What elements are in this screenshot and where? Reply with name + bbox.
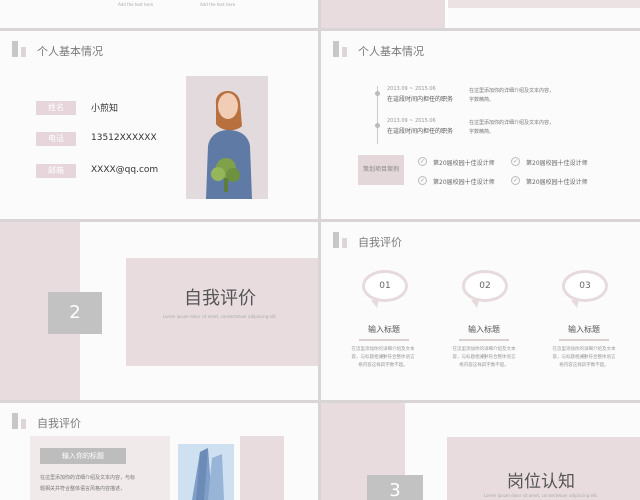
item-heading: 输入标题 xyxy=(468,325,500,334)
slide-title: 个人基本情况 xyxy=(37,45,103,58)
box-desc: 在這里添加你的详细介绍及文本内容，与标 xyxy=(40,475,136,481)
slide-3[interactable]: 个人基本情况 姓名 小煎知 电话 13512XXXXXX 邮箱 XXXX@qq.… xyxy=(0,31,318,219)
title-mark xyxy=(12,41,18,57)
item-divider xyxy=(359,339,409,341)
slide-4[interactable]: 个人基本情况 2013.09 ~ 2015.06 在這段时间内担任的职务 在這里… xyxy=(321,31,640,219)
name-value: 小煎知 xyxy=(91,104,119,114)
section-number: 3 xyxy=(367,475,423,500)
bubble-tail xyxy=(471,300,479,308)
caption-a: Add the text here xyxy=(118,2,154,7)
slide-5[interactable]: 2 自我评价 Lorem ipsum dolor sit amet, conse… xyxy=(0,222,318,400)
slide-title: 自我评价 xyxy=(37,417,81,430)
pink-block xyxy=(240,436,284,500)
check-icon: ✓ xyxy=(511,176,520,185)
title-mark-small xyxy=(342,47,347,57)
timeline-dot xyxy=(375,123,380,128)
section-title: 岗位认知 xyxy=(507,472,575,492)
bubble-tail xyxy=(571,300,579,308)
section-title: 自我评价 xyxy=(184,288,256,309)
pink-panel xyxy=(126,258,318,366)
item-divider xyxy=(559,339,609,341)
email-label: 邮箱 xyxy=(36,164,76,178)
section-subtitle: Lorem ipsum dolor sit amet, consectetuer… xyxy=(483,493,599,498)
award-item: 第20届校园十佳设计师 xyxy=(433,179,495,186)
name-label: 姓名 xyxy=(36,101,76,115)
title-mark-small xyxy=(342,238,347,248)
timeline-role: 在這段时间内担任的职务 xyxy=(387,96,454,103)
timeline-desc: 在這里添加你的详细介绍及文本内容， xyxy=(469,120,555,126)
item-heading: 输入标题 xyxy=(368,325,400,334)
pink-bar xyxy=(448,0,640,8)
slide-1[interactable]: Add the text here Add the text here xyxy=(0,0,318,28)
number-bubble: 03 xyxy=(562,270,608,302)
slide-8[interactable]: 3 岗位认知 Lorem ipsum dolor sit amet, conse… xyxy=(321,403,640,500)
timeline-desc: 字数精简。 xyxy=(469,97,495,103)
slide-2[interactable] xyxy=(321,0,640,28)
box-desc: 题相关并符合整体语言风格内容描述， xyxy=(40,486,126,492)
section-number: 2 xyxy=(48,292,102,334)
check-icon: ✓ xyxy=(511,157,520,166)
item-desc: 格内容这样，字数不超。 xyxy=(358,363,408,368)
title-mark-small xyxy=(21,419,26,429)
timeline-dot xyxy=(375,91,380,96)
slide-6[interactable]: 自我评价 01 输入标题 在這里添加你的详细介绍及文本内 容，与标题相关并符合整… xyxy=(321,222,640,400)
title-mark xyxy=(333,41,339,57)
item-desc: 格内容这样，字数不超。 xyxy=(559,363,609,368)
slide-7[interactable]: 自我评价 输入你的标题 在這里添加你的详细介绍及文本内容，与标 题相关并符合整体… xyxy=(0,403,318,500)
item-divider xyxy=(459,339,509,341)
number-bubble: 01 xyxy=(362,270,408,302)
slide-title: 自我评价 xyxy=(358,236,402,249)
award-item: 第20届校园十佳设计师 xyxy=(526,179,588,186)
award-item: 第20届校园十佳设计师 xyxy=(526,160,588,167)
caption-b: Add the text here xyxy=(200,2,236,7)
item-heading: 输入标题 xyxy=(568,325,600,334)
timeline-desc: 字数精简。 xyxy=(469,129,495,135)
title-mark xyxy=(12,413,18,429)
project-case-button[interactable]: 策划项目案例 xyxy=(358,155,404,185)
timeline-date: 2013.09 ~ 2015.06 xyxy=(387,118,436,124)
timeline-date: 2013.09 ~ 2015.06 xyxy=(387,86,436,92)
phone-label: 电话 xyxy=(36,132,76,146)
pink-block xyxy=(321,0,445,28)
item-desc: 格内容这样，字数不超。 xyxy=(459,363,509,368)
slide-title: 个人基本情况 xyxy=(358,45,424,58)
check-icon: ✓ xyxy=(418,176,427,185)
section-subtitle: Lorem ipsum dolor sit amet, consectetuer… xyxy=(162,314,278,319)
check-icon: ✓ xyxy=(418,157,427,166)
award-item: 第20届校园十佳设计师 xyxy=(433,160,495,167)
box-title: 输入你的标题 xyxy=(40,448,126,464)
portrait-photo xyxy=(186,76,268,199)
title-mark xyxy=(333,232,339,248)
timeline-role: 在這段时间内担任的职务 xyxy=(387,128,454,135)
email-value: XXXX@qq.com xyxy=(91,165,159,175)
timeline-desc: 在這里添加你的详细介绍及文本内容， xyxy=(469,88,555,94)
building-photo xyxy=(178,444,234,500)
title-mark-small xyxy=(21,47,26,57)
bubble-tail xyxy=(371,300,379,308)
phone-value: 13512XXXXXX xyxy=(91,133,157,143)
number-bubble: 02 xyxy=(462,270,508,302)
